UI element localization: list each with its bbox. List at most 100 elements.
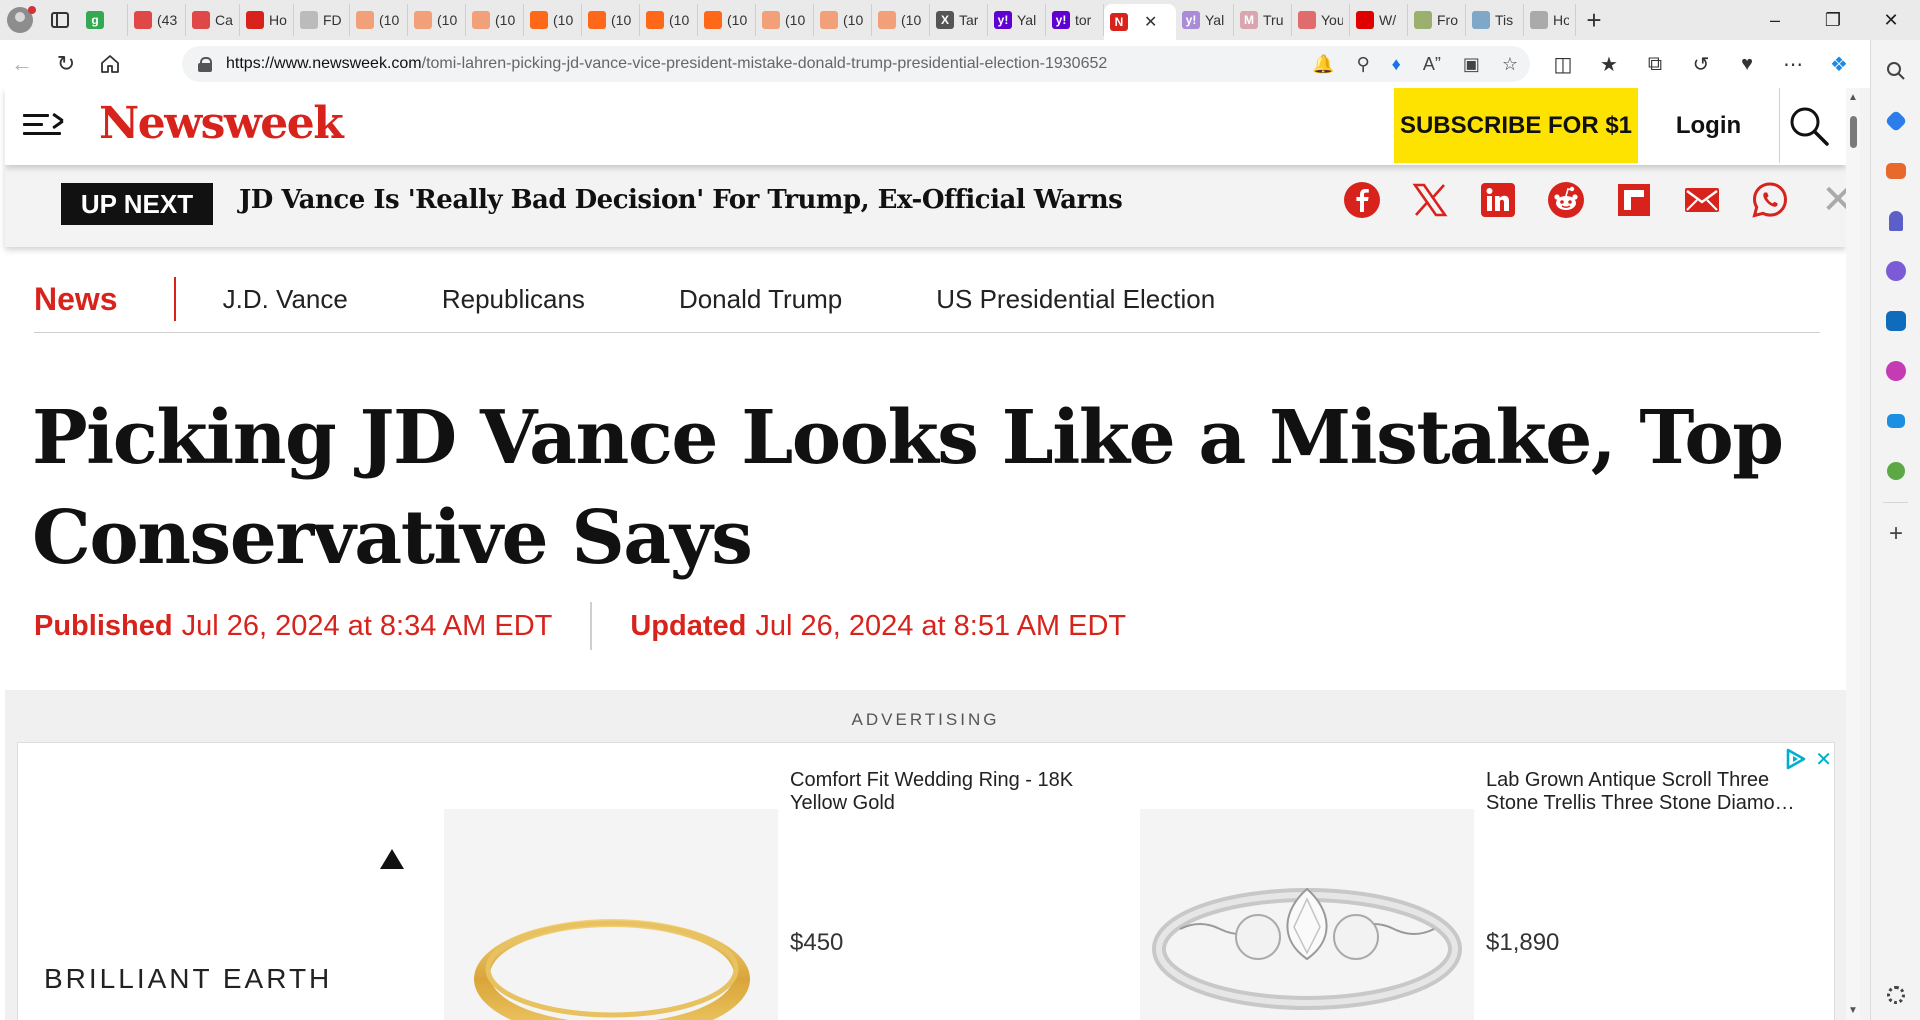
tab-title: (10 bbox=[611, 12, 632, 28]
browser-tab[interactable]: (10 bbox=[640, 4, 698, 36]
close-window-button[interactable]: ✕ bbox=[1862, 0, 1920, 40]
flipboard-share-button[interactable] bbox=[1615, 181, 1653, 219]
browser-tab[interactable]: (10 bbox=[814, 4, 872, 36]
tab-actions-button[interactable] bbox=[40, 0, 80, 40]
tab-favicon-icon bbox=[1298, 11, 1316, 29]
browser-tab[interactable]: Cai bbox=[186, 4, 240, 36]
back-button[interactable]: ← bbox=[0, 44, 44, 84]
browser-tab[interactable]: (10 bbox=[350, 4, 408, 36]
scroll-thumb[interactable] bbox=[1850, 116, 1857, 148]
browser-toolbar: ◫ ★ ⧉ ↺ ♥ ⋯ ❖ bbox=[1540, 44, 1862, 84]
search-button[interactable] bbox=[1787, 104, 1831, 148]
sidebar-settings-button[interactable] bbox=[1871, 970, 1920, 1020]
browser-tab[interactable]: y! Yal bbox=[988, 4, 1046, 36]
gold-ring-image[interactable] bbox=[444, 809, 778, 1020]
product-price: $1,890 bbox=[1486, 929, 1560, 956]
read-aloud-icon[interactable]: A” bbox=[1423, 54, 1441, 75]
browser-tab[interactable]: (43 bbox=[128, 4, 186, 36]
sidebar-games-button[interactable] bbox=[1871, 196, 1920, 246]
browser-tab[interactable]: Tis bbox=[1466, 4, 1524, 36]
coupon-tag-icon[interactable]: ♦ bbox=[1392, 54, 1401, 75]
sidebar-shopping-button[interactable] bbox=[1871, 96, 1920, 146]
ad-unit[interactable]: BRILLIANT EARTH Comfort Fit Wedding Ring… bbox=[17, 742, 1835, 1020]
ad-choices[interactable]: ✕ bbox=[1784, 747, 1832, 771]
scroll-down-arrow-icon[interactable]: ▼ bbox=[1848, 1005, 1858, 1016]
tab-title: Tru bbox=[1263, 12, 1284, 28]
history-icon[interactable]: ↺ bbox=[1678, 44, 1724, 84]
browser-tab[interactable]: (10 bbox=[408, 4, 466, 36]
sidebar-microsoft365-button[interactable] bbox=[1871, 246, 1920, 296]
minimize-button[interactable]: – bbox=[1746, 0, 1804, 40]
refresh-button[interactable]: ↻ bbox=[44, 44, 88, 84]
browser-tab[interactable]: (10 bbox=[582, 4, 640, 36]
notification-bell-icon[interactable]: 🔔 bbox=[1312, 54, 1334, 75]
sidebar-send-button[interactable] bbox=[1871, 396, 1920, 446]
x-share-button[interactable] bbox=[1411, 181, 1449, 219]
url-field[interactable]: https://www.newsweek.com/tomi-lahren-pic… bbox=[182, 46, 1530, 82]
topic-link[interactable]: Donald Trump bbox=[679, 284, 842, 315]
newsweek-logo[interactable]: Newsweek bbox=[99, 98, 344, 149]
browser-tab[interactable]: Ho bbox=[1524, 4, 1576, 36]
sidebar-tree-button[interactable] bbox=[1871, 446, 1920, 496]
subscribe-button[interactable]: SUBSCRIBE FOR $1 bbox=[1394, 88, 1638, 163]
immersive-reader-icon[interactable]: ▣ bbox=[1463, 54, 1480, 75]
copilot-icon[interactable]: ❖ bbox=[1816, 44, 1862, 84]
ad-close-icon[interactable]: ✕ bbox=[1815, 747, 1832, 772]
restore-button[interactable]: ❐ bbox=[1804, 0, 1862, 40]
login-button[interactable]: Login bbox=[1638, 88, 1780, 163]
tab-active[interactable]: N ✕ bbox=[1104, 4, 1176, 40]
browser-tab[interactable]: Fro bbox=[1408, 4, 1466, 36]
close-tab-icon[interactable]: ✕ bbox=[1144, 12, 1157, 32]
topic-link[interactable]: Republicans bbox=[442, 284, 585, 315]
browser-tab[interactable]: FD. bbox=[294, 4, 350, 36]
facebook-share-button[interactable] bbox=[1343, 181, 1381, 219]
split-screen-icon[interactable]: ◫ bbox=[1540, 44, 1586, 84]
browser-tab[interactable]: W/ bbox=[1350, 4, 1408, 36]
home-button[interactable] bbox=[88, 44, 132, 84]
scroll-up-arrow-icon[interactable]: ▲ bbox=[1848, 92, 1858, 103]
favorite-star-icon[interactable]: ☆ bbox=[1502, 54, 1518, 75]
browser-tab[interactable]: (10 bbox=[872, 4, 930, 36]
zoom-icon[interactable]: ⚲ bbox=[1356, 54, 1369, 75]
browser-tab[interactable]: (10 bbox=[466, 4, 524, 36]
browser-tab[interactable]: (10 bbox=[756, 4, 814, 36]
browser-tab[interactable]: y! Yal bbox=[1176, 4, 1234, 36]
topic-link[interactable]: J.D. Vance bbox=[223, 284, 348, 315]
close-up-next-button[interactable]: ✕ bbox=[1819, 180, 1846, 220]
section-link-news[interactable]: News bbox=[34, 277, 176, 321]
browser-tab[interactable]: Ho bbox=[240, 4, 294, 36]
browser-tab[interactable]: X Tar bbox=[930, 4, 988, 36]
browser-tab[interactable]: (10 bbox=[524, 4, 582, 36]
sidebar-outlook-button[interactable] bbox=[1871, 296, 1920, 346]
tab-favicon-icon: y! bbox=[1052, 11, 1070, 29]
product-title[interactable]: Comfort Fit Wedding Ring - 18K Yellow Go… bbox=[790, 769, 1110, 815]
profile-avatar[interactable] bbox=[0, 0, 40, 40]
collections-icon[interactable]: ⧉ bbox=[1632, 44, 1678, 84]
sidebar-search-button[interactable] bbox=[1871, 46, 1920, 96]
up-next-headline[interactable]: JD Vance Is 'Really Bad Decision' For Tr… bbox=[239, 185, 1123, 215]
email-share-button[interactable] bbox=[1683, 181, 1721, 219]
product-title[interactable]: Lab Grown Antique Scroll Three Stone Tre… bbox=[1486, 769, 1806, 815]
browser-tab[interactable]: g bbox=[80, 4, 128, 36]
linkedin-share-button[interactable] bbox=[1479, 181, 1517, 219]
diamond-ring-image[interactable] bbox=[1140, 809, 1474, 1020]
facebook-icon bbox=[1344, 182, 1380, 218]
sidebar-drop-button[interactable] bbox=[1871, 346, 1920, 396]
more-menu-icon[interactable]: ⋯ bbox=[1770, 44, 1816, 84]
ad-brand-logo[interactable]: BRILLIANT EARTH bbox=[44, 963, 332, 995]
browser-tab[interactable]: You bbox=[1292, 4, 1350, 36]
browser-tab[interactable]: (10 bbox=[698, 4, 756, 36]
favorites-icon[interactable]: ★ bbox=[1586, 44, 1632, 84]
topic-link[interactable]: US Presidential Election bbox=[936, 284, 1215, 315]
browser-tab[interactable]: M Tru bbox=[1234, 4, 1292, 36]
menu-icon[interactable] bbox=[23, 110, 64, 140]
sidebar-add-button[interactable]: + bbox=[1871, 509, 1920, 559]
new-tab-button[interactable]: + bbox=[1576, 2, 1612, 38]
browser-essentials-icon[interactable]: ♥ bbox=[1724, 44, 1770, 84]
page-scrollbar[interactable]: ▲ ▼ bbox=[1846, 88, 1860, 1020]
reddit-share-button[interactable] bbox=[1547, 181, 1585, 219]
whatsapp-share-button[interactable] bbox=[1751, 181, 1789, 219]
browser-tab[interactable]: y! tor bbox=[1046, 4, 1104, 36]
sidebar-tools-button[interactable] bbox=[1871, 146, 1920, 196]
browser-tab-strip: g (43 Cai Ho FD. (10 (10 (10 (10 (10 (10 (10 (10 (10 (… bbox=[0, 0, 1920, 40]
